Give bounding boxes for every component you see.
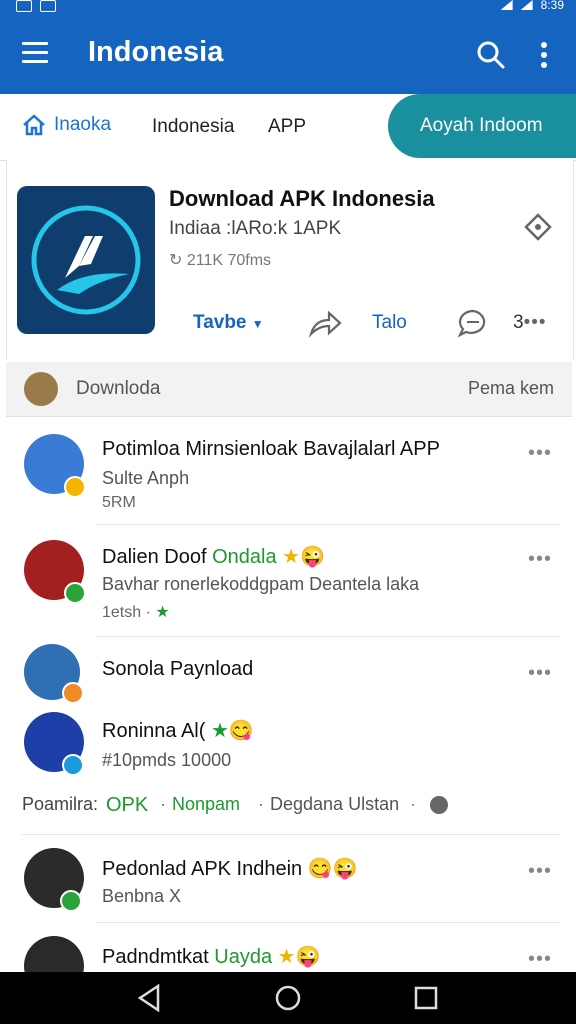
list-item-title-text: Roninna Al( (102, 720, 206, 742)
star-icon: ★ (277, 946, 296, 968)
comment-icon[interactable] (457, 308, 489, 338)
emoji-icon: 😜 (300, 546, 325, 568)
signal-icon (520, 0, 533, 10)
section-link[interactable]: Pema kem (468, 378, 554, 399)
emoji-icon: 😜 (295, 946, 321, 968)
home-icon (23, 114, 45, 136)
more-options-icon[interactable]: ••• (528, 860, 552, 883)
app-card-downloads: ↻ 211K 70fms (169, 250, 271, 270)
comment-count[interactable]: 3••• (513, 312, 547, 334)
list-item-title: Dalien Doof Ondala ★😜 (102, 544, 325, 569)
star-icon: ★ (282, 546, 301, 568)
list-item-title: Padndmtkat Uayda ★😜 (102, 944, 321, 969)
search-icon[interactable] (476, 40, 506, 70)
notification-icon (40, 0, 56, 12)
list-item-title-text: Dalien Doof (102, 546, 207, 568)
app-card-subtitle: Indiaa :lARo:k 1APK (169, 218, 342, 239)
divider (96, 922, 560, 923)
separator-dot: · (410, 794, 416, 814)
emoji-icon: 😋 (228, 720, 254, 742)
notification-icon (16, 0, 32, 12)
more-options-icon[interactable]: ••• (528, 548, 552, 571)
section-title: Downloda (76, 378, 161, 399)
verified-icon (64, 582, 86, 604)
more-options-icon[interactable]: ••• (528, 442, 552, 465)
emoji-icon: 😋 (307, 858, 333, 880)
list-item-title-text: Pedonlad APK Indhein (102, 858, 303, 880)
follow-button[interactable]: Tavbe ▼ (193, 312, 264, 334)
chevron-down-icon: ▼ (251, 317, 264, 331)
list-item-meta-text: 1etsh · (102, 604, 151, 621)
list-item-title-highlight: Uayda (214, 946, 273, 968)
more-dots-icon: ••• (523, 312, 547, 333)
list-item-subtitle: Benbna X (102, 886, 182, 906)
location-icon (430, 796, 448, 814)
notification-icons (16, 0, 56, 12)
menu-icon[interactable] (22, 42, 48, 64)
system-nav-bar (0, 972, 576, 1024)
app-card-title[interactable]: Download APK Indonesia (169, 186, 435, 212)
tag-line: Poamilra: OPK · Nonpam · Degdana Ulstan … (0, 794, 576, 820)
status-icons: 8:39 (500, 0, 564, 12)
app-bar: Indonesia (0, 14, 576, 94)
comment-count-value: 3 (513, 312, 524, 333)
list-item-meta: 5RM (102, 494, 136, 511)
list-item-subtitle: Sulte Anph (102, 468, 190, 488)
share-icon[interactable] (307, 308, 343, 338)
badge-icon (64, 476, 86, 498)
star-icon: ★ (210, 720, 229, 742)
back-icon[interactable] (134, 982, 166, 1014)
more-options-icon[interactable]: ••• (528, 662, 552, 685)
list-item-title: Pedonlad APK Indhein 😋😜 (102, 856, 358, 881)
tab-bar: Inaoka Indonesia APP Aoyah Indoom (0, 94, 576, 161)
more-options-icon[interactable]: ••• (528, 948, 552, 971)
tag-link-opk[interactable]: OPK (106, 794, 148, 817)
app-card[interactable]: Download APK Indonesia Indiaa :lARo:k 1A… (6, 160, 574, 360)
badge-icon (62, 754, 84, 776)
overflow-menu-icon[interactable] (536, 40, 552, 70)
tag-link-nonpam[interactable]: Nonpam (172, 794, 240, 815)
tab-featured-pill[interactable]: Aoyah Indoom (388, 94, 576, 158)
tag-line-lead: Poamilra: (22, 794, 99, 814)
divider (96, 524, 560, 525)
list-item-meta: 1etsh · ★ (102, 602, 170, 622)
separator-dot: · (258, 794, 264, 814)
bookmark-icon[interactable] (523, 212, 553, 242)
list-item-subtitle: Bavhar ronerlekoddgpam Deantela laka (102, 574, 420, 594)
divider (96, 636, 560, 637)
star-icon: ★ (155, 604, 170, 621)
divider (22, 834, 560, 835)
list-item-title: Roninna Al( ★😋 (102, 718, 254, 743)
separator-dot: · (160, 794, 166, 814)
home-button-icon[interactable] (272, 982, 304, 1014)
tag-line-tail: Degdana Ulstan (270, 794, 400, 814)
app-card-tag[interactable]: Talo (372, 312, 407, 334)
list-item-title-text: Padndmtkat (102, 946, 209, 968)
app-logo (17, 186, 155, 334)
badge-icon (62, 682, 84, 704)
download-count-icon: ↻ (169, 252, 183, 269)
recents-icon[interactable] (410, 982, 442, 1014)
status-bar: 8:39 (0, 0, 576, 14)
verified-icon (60, 890, 82, 912)
section-header: Downloda Pema kem (6, 362, 572, 417)
list-item-title: Sonola Paynload (102, 658, 254, 680)
tab-home-label: Inaoka (54, 114, 112, 135)
tab-indonesia[interactable]: Indonesia (152, 116, 234, 138)
list-item-subtitle: #10pmds 10000 (102, 750, 232, 770)
list-item-title: Potimloa Mirnsienloak Bavajlalarl APP (102, 438, 440, 460)
status-time: 8:39 (540, 0, 564, 12)
list-item-title-highlight: Ondala (212, 546, 277, 568)
follow-label: Tavbe (193, 312, 247, 333)
tab-home[interactable]: Inaoka (22, 114, 111, 136)
emoji-icon: 😜 (332, 858, 358, 880)
tab-app[interactable]: APP (268, 116, 306, 138)
wifi-icon (500, 0, 513, 10)
download-count: 211K 70fms (186, 252, 272, 269)
section-avatar (24, 372, 58, 406)
app-title: Indonesia (88, 36, 224, 68)
app-logo-icon (31, 205, 141, 315)
